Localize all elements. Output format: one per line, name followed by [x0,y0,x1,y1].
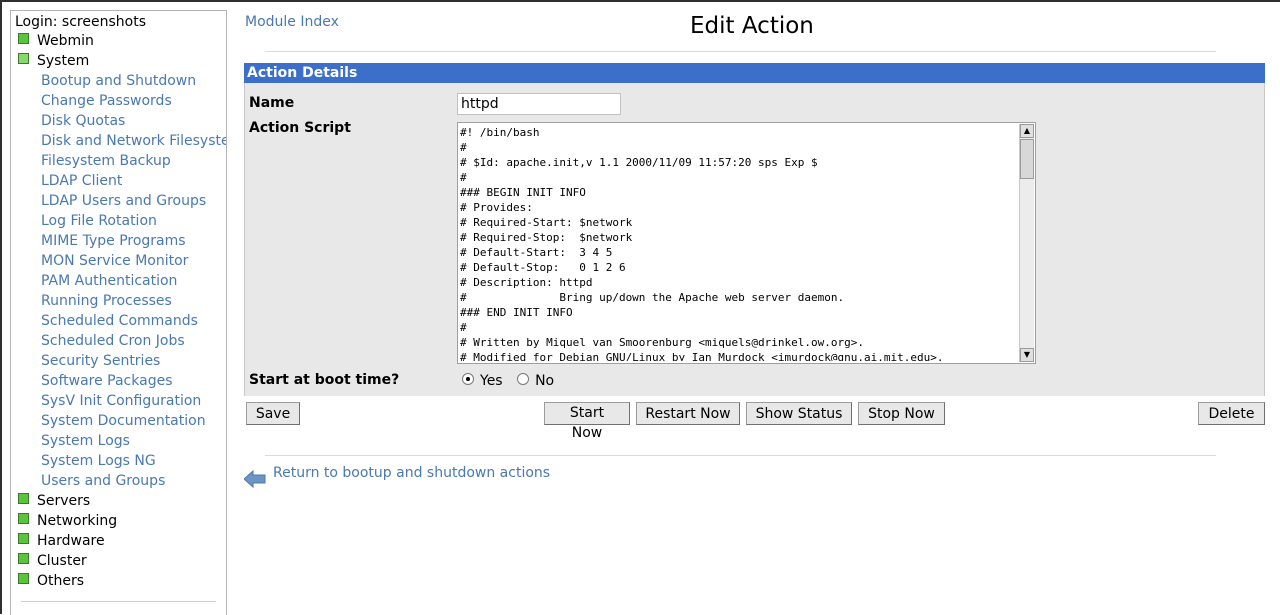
nav-item-ldap-users-groups[interactable]: LDAP Users and Groups [41,193,206,209]
nav-category-servers[interactable]: Servers [18,492,90,513]
restart-now-button[interactable]: Restart Now [636,402,740,425]
nav-item-system-logs-ng[interactable]: System Logs NG [41,453,156,469]
nav-category-cluster[interactable]: Cluster [18,552,87,573]
nav-item-scheduled-cron-jobs[interactable]: Scheduled Cron Jobs [41,333,185,349]
nav-item-scheduled-commands[interactable]: Scheduled Commands [41,313,198,329]
boot-radio-group: Yes No [462,373,564,389]
name-label: Name [249,95,295,111]
expand-icon[interactable] [18,552,29,564]
expand-icon[interactable] [18,572,29,584]
nav-item-users-groups[interactable]: Users and Groups [41,473,165,489]
left-nav: Login: screenshots Webmin System Bootup … [10,10,227,615]
start-now-button[interactable]: Start Now [544,402,630,441]
expand-icon[interactable] [18,512,29,524]
nav-category-networking[interactable]: Networking [18,512,117,533]
save-button[interactable]: Save [246,402,300,425]
nav-item-running-processes[interactable]: Running Processes [41,293,172,309]
header-divider [265,51,1216,52]
nav-category-others[interactable]: Others [18,572,84,593]
collapse-icon[interactable] [18,52,29,64]
nav-item-security-sentries[interactable]: Security Sentries [41,353,160,369]
boot-label: Start at boot time? [249,372,400,388]
name-input[interactable] [457,93,621,115]
nav-item-pam-authentication[interactable]: PAM Authentication [41,273,177,289]
nav-item-software-packages[interactable]: Software Packages [41,373,173,389]
login-label: Login: screenshots [15,14,146,30]
nav-category-webmin[interactable]: Webmin [18,32,94,53]
scroll-down-icon[interactable]: ▼ [1020,348,1034,362]
nav-item-log-file-rotation[interactable]: Log File Rotation [41,213,157,229]
expand-icon[interactable] [18,532,29,544]
scroll-up-icon[interactable]: ▲ [1020,124,1034,138]
expand-icon[interactable] [18,32,29,44]
script-label: Action Script [249,120,351,136]
nav-item-filesystem-backup[interactable]: Filesystem Backup [41,153,171,169]
nav-item-mime-type-programs[interactable]: MIME Type Programs [41,233,186,249]
page-title: Edit Action [690,13,814,39]
delete-button[interactable]: Delete [1198,402,1265,425]
boot-no-radio[interactable] [517,373,530,385]
stop-now-button[interactable]: Stop Now [858,402,945,425]
window-frame-top [0,0,1280,2]
boot-no-label: No [535,373,555,389]
module-index-link[interactable]: Module Index [245,14,339,30]
nav-item-change-passwords[interactable]: Change Passwords [41,93,172,109]
expand-icon[interactable] [18,492,29,504]
script-scrollbar[interactable]: ▲ ▼ [1019,124,1034,362]
footer-divider [265,455,1216,456]
nav-item-disk-network-filesystems[interactable]: Disk and Network Filesystems [41,133,226,149]
boot-yes-radio[interactable] [462,373,474,385]
scroll-thumb[interactable] [1020,139,1034,179]
nav-item-mon-service-monitor[interactable]: MON Service Monitor [41,253,188,269]
nav-item-ldap-client[interactable]: LDAP Client [41,173,122,189]
nav-divider [21,601,216,602]
action-script-textarea[interactable]: #! /bin/bash # # $Id: apache.init,v 1.1 … [457,122,1036,364]
back-arrow-icon[interactable] [244,470,266,488]
nav-category-hardware[interactable]: Hardware [18,532,105,553]
nav-category-system[interactable]: System [18,52,89,73]
show-status-button[interactable]: Show Status [746,402,852,425]
window-frame-left [0,0,2,614]
nav-item-bootup-shutdown[interactable]: Bootup and Shutdown [41,73,196,89]
nav-item-system-documentation[interactable]: System Documentation [41,413,206,429]
boot-yes-label: Yes [480,373,503,389]
return-link[interactable]: Return to bootup and shutdown actions [273,465,550,481]
nav-item-disk-quotas[interactable]: Disk Quotas [41,113,125,129]
script-content[interactable]: #! /bin/bash # # $Id: apache.init,v 1.1 … [460,125,1018,361]
nav-item-system-logs[interactable]: System Logs [41,433,130,449]
section-header: Action Details [244,63,1265,83]
nav-item-sysv-init-configuration[interactable]: SysV Init Configuration [41,393,201,409]
